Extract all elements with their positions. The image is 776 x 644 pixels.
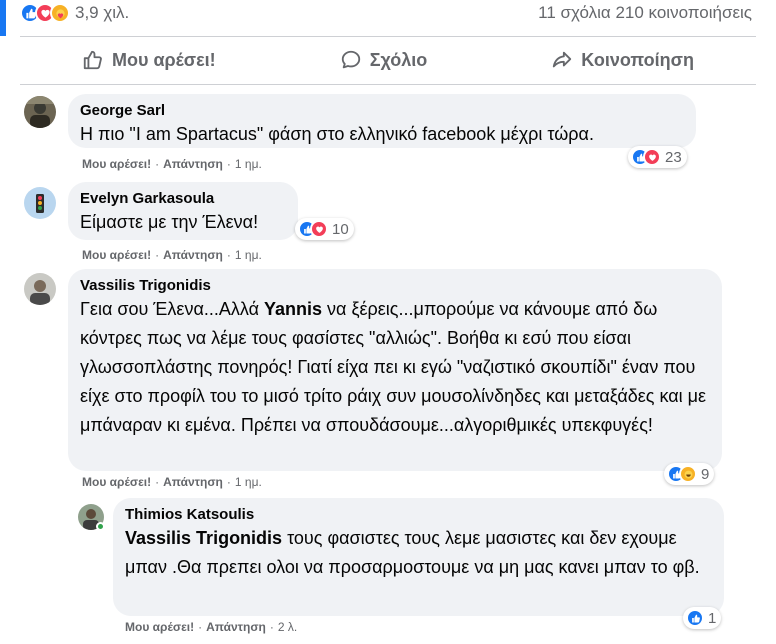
comment-text-part: Γεια σου Έλενα...Αλλά (80, 299, 264, 319)
comment-reply-link[interactable]: Απάντηση (163, 248, 223, 262)
mention-link[interactable]: Yannis (264, 299, 322, 319)
separator: · (155, 248, 160, 262)
comment-author[interactable]: Vassilis Trigonidis (80, 277, 710, 295)
comment-meta: Μου αρέσει! · Απάντηση · 1 ημ. (82, 475, 262, 489)
comment-text: Είμαστε με την Έλενα! (80, 212, 259, 232)
comment-author[interactable]: George Sarl (80, 102, 684, 120)
care-icon (50, 3, 70, 23)
divider (20, 36, 756, 37)
comment-text: Η πιο "I am Spartacus" φάση στο ελληνικό… (80, 124, 594, 144)
share-icon (553, 51, 572, 68)
separator: · (155, 475, 160, 489)
reaction-icons (20, 3, 70, 23)
share-button-label: Κοινοποίηση (581, 49, 694, 70)
separator: · (155, 157, 160, 171)
comment-reactions[interactable]: 9 (664, 463, 715, 485)
post-actions: Μου αρέσει! Σχόλιο Κοινοποίηση (20, 40, 756, 80)
comment-bubble: Evelyn Garkasoula Είμαστε με την Έλενα! (68, 182, 298, 240)
left-accent-bar (0, 0, 6, 36)
comment-like-link[interactable]: Μου αρέσει! (82, 157, 151, 171)
comment-text-part: να ξέρεις...μπορούμε να κάνουμε από δω κ… (80, 299, 707, 435)
comment-author[interactable]: Thimios Katsoulis (125, 506, 712, 524)
comment-time[interactable]: 2 λ. (278, 620, 297, 634)
comments-shares-count[interactable]: 11 σχόλια 210 κοινοποιήσεις (538, 3, 752, 23)
comment-like-link[interactable]: Μου αρέσει! (82, 475, 151, 489)
comment-bubble: Vassilis Trigonidis Γεια σου Έλενα...Αλλ… (68, 269, 722, 471)
reaction-count[interactable]: 3,9 χιλ. (75, 3, 129, 23)
comment-reactions[interactable]: 10 (295, 218, 354, 240)
thumbs-up-icon (83, 50, 102, 70)
mention-link[interactable]: Vassilis Trigonidis (125, 528, 282, 548)
comment-reply-link[interactable]: Απάντηση (163, 157, 223, 171)
like-button[interactable]: Μου αρέσει! (82, 49, 216, 71)
avatar[interactable] (24, 96, 56, 128)
love-icon (643, 148, 661, 166)
avatar[interactable] (24, 187, 56, 219)
separator: · (226, 475, 231, 489)
comment-reactions[interactable]: 23 (628, 146, 687, 168)
like-icon (686, 609, 704, 627)
separator: · (226, 157, 231, 171)
love-icon (310, 220, 328, 238)
comment-time[interactable]: 1 ημ. (235, 248, 262, 262)
reaction-count: 23 (665, 148, 682, 166)
separator: · (198, 620, 203, 634)
comment-meta: Μου αρέσει! · Απάντηση · 2 λ. (125, 620, 297, 634)
comment-like-link[interactable]: Μου αρέσει! (125, 620, 194, 634)
like-button-label: Μου αρέσει! (112, 49, 216, 70)
haha-icon (679, 465, 697, 483)
comment-reply-link[interactable]: Απάντηση (206, 620, 266, 634)
share-button[interactable]: Κοινοποίηση (551, 49, 694, 71)
separator: · (269, 620, 274, 634)
reaction-count: 9 (701, 465, 710, 483)
comment-reply-link[interactable]: Απάντηση (163, 475, 223, 489)
comment-bubble: George Sarl Η πιο "I am Spartacus" φάση … (68, 94, 696, 148)
comment-time[interactable]: 1 ημ. (235, 157, 262, 171)
comment-button-label: Σχόλιο (369, 49, 428, 70)
online-status-dot (96, 522, 105, 531)
comment-text: Γεια σου Έλενα...Αλλά Yannis να ξέρεις..… (80, 295, 710, 440)
comment-icon (341, 50, 360, 69)
comment-like-link[interactable]: Μου αρέσει! (82, 248, 151, 262)
reaction-count: 10 (332, 220, 349, 238)
comment-text: Vassilis Trigonidis τους φασιστες τους λ… (125, 524, 712, 582)
comment-time[interactable]: 1 ημ. (235, 475, 262, 489)
comment-author[interactable]: Evelyn Garkasoula (80, 190, 286, 208)
divider (20, 84, 756, 85)
comment-meta: Μου αρέσει! · Απάντηση · 1 ημ. (82, 157, 262, 171)
comment-meta: Μου αρέσει! · Απάντηση · 1 ημ. (82, 248, 262, 262)
separator: · (226, 248, 231, 262)
comment-bubble: Thimios Katsoulis Vassilis Trigonidis το… (113, 498, 724, 616)
comment-reactions[interactable]: 1 (683, 607, 722, 629)
reaction-count: 1 (708, 609, 717, 627)
reactions-summary-left[interactable]: 3,9 χιλ. (20, 3, 129, 23)
comment-button[interactable]: Σχόλιο (340, 49, 428, 71)
reactions-summary: 3,9 χιλ. 11 σχόλια 210 κοινοποιήσεις (20, 0, 752, 26)
avatar[interactable] (24, 273, 56, 305)
